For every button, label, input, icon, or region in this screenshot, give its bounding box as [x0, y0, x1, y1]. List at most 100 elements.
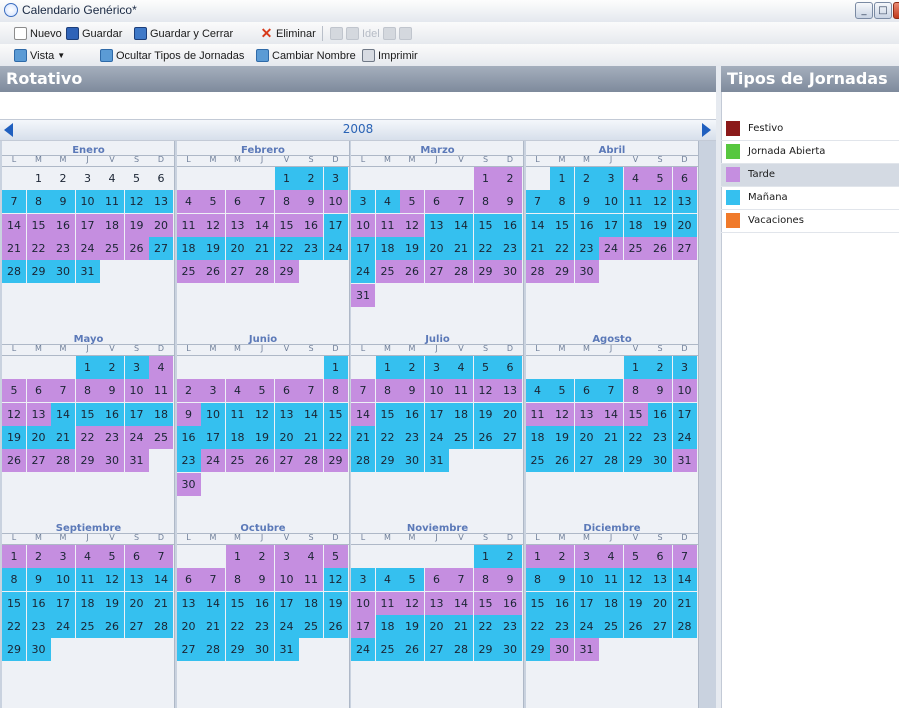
day-cell[interactable]: 25 — [375, 260, 400, 284]
day-cell[interactable]: 15 — [323, 402, 348, 426]
day-cell[interactable]: 3 — [124, 356, 149, 379]
day-cell[interactable]: 11 — [599, 568, 623, 592]
day-cell[interactable]: 2 — [299, 167, 323, 190]
day-cell[interactable]: 12 — [623, 568, 648, 592]
day-cell[interactable]: 28 — [449, 638, 473, 662]
day-cell[interactable]: 5 — [400, 568, 424, 592]
day-cell[interactable]: 23 — [400, 425, 424, 449]
day-cell[interactable]: 28 — [201, 638, 225, 662]
day-cell[interactable]: 4 — [623, 167, 648, 190]
day-cell[interactable]: 6 — [26, 379, 51, 403]
day-cell[interactable]: 26 — [124, 236, 149, 260]
legend-item-mañana[interactable]: Mañana — [721, 187, 899, 210]
day-cell[interactable]: 5 — [648, 167, 672, 190]
day-cell[interactable]: 24 — [201, 449, 225, 473]
day-cell[interactable]: 28 — [51, 449, 75, 473]
day-cell[interactable]: 5 — [473, 356, 498, 379]
day-cell[interactable]: 5 — [550, 379, 574, 403]
day-cell[interactable]: 28 — [149, 614, 173, 638]
day-cell[interactable]: 8 — [323, 379, 348, 403]
day-cell[interactable]: 12 — [400, 213, 424, 237]
day-cell[interactable]: 28 — [525, 260, 550, 284]
day-cell[interactable]: 23 — [498, 236, 522, 260]
day-cell[interactable]: 3 — [351, 568, 375, 592]
day-cell[interactable]: 14 — [201, 591, 225, 615]
day-cell[interactable]: 1 — [27, 167, 51, 190]
day-cell[interactable]: 26 — [473, 425, 498, 449]
day-cell[interactable]: 15 — [550, 213, 574, 237]
legend-item-festivo[interactable]: Festivo — [721, 118, 899, 141]
day-cell[interactable]: 27 — [648, 614, 672, 638]
day-cell[interactable]: 6 — [225, 190, 250, 214]
day-cell[interactable]: 2 — [400, 356, 424, 379]
day-cell[interactable]: 5 — [400, 190, 424, 214]
day-cell[interactable]: 8 — [525, 568, 550, 592]
day-cell[interactable]: 30 — [176, 472, 201, 496]
day-cell[interactable]: 13 — [124, 568, 149, 592]
day-cell[interactable]: 1 — [2, 545, 26, 568]
day-cell[interactable]: 19 — [250, 425, 274, 449]
day-cell[interactable]: 5 — [100, 545, 124, 568]
day-cell[interactable]: 27 — [498, 425, 522, 449]
day-cell[interactable]: 25 — [149, 425, 173, 449]
day-cell[interactable]: 26 — [648, 236, 672, 260]
day-cell[interactable]: 1 — [473, 167, 498, 190]
day-cell[interactable]: 8 — [623, 379, 648, 403]
day-cell[interactable]: 18 — [176, 236, 201, 260]
day-cell[interactable]: 24 — [599, 236, 623, 260]
day-cell[interactable]: 9 — [51, 190, 75, 214]
day-cell[interactable]: 27 — [672, 236, 697, 260]
day-cell[interactable]: 13 — [424, 591, 449, 615]
day-cell[interactable]: 6 — [274, 379, 299, 403]
day-cell[interactable]: 31 — [274, 638, 299, 662]
day-cell[interactable]: 4 — [599, 545, 623, 568]
day-cell[interactable]: 21 — [449, 236, 473, 260]
day-cell[interactable]: 4 — [100, 167, 124, 190]
day-cell[interactable]: 4 — [75, 545, 100, 568]
day-cell[interactable]: 1 — [550, 167, 574, 190]
day-cell[interactable]: 8 — [473, 190, 498, 214]
day-cell[interactable]: 16 — [51, 213, 75, 237]
day-cell[interactable]: 22 — [473, 614, 498, 638]
day-cell[interactable]: 7 — [299, 379, 323, 403]
view-dropdown[interactable]: Vista ▼ — [14, 48, 65, 63]
day-cell[interactable]: 26 — [323, 614, 348, 638]
day-cell[interactable]: 7 — [599, 379, 623, 403]
day-cell[interactable]: 21 — [250, 236, 274, 260]
day-cell[interactable]: 24 — [124, 425, 149, 449]
day-cell[interactable]: 15 — [75, 402, 100, 426]
day-cell[interactable]: 20 — [574, 425, 599, 449]
day-cell[interactable]: 29 — [525, 638, 550, 662]
day-cell[interactable]: 27 — [574, 449, 599, 473]
day-cell[interactable]: 25 — [176, 260, 201, 284]
day-cell[interactable]: 21 — [51, 425, 75, 449]
day-cell[interactable]: 20 — [274, 425, 299, 449]
day-cell[interactable]: 3 — [51, 545, 75, 568]
day-cell[interactable]: 3 — [351, 190, 375, 214]
day-cell[interactable]: 14 — [2, 213, 26, 237]
day-cell[interactable]: 18 — [100, 213, 124, 237]
day-cell[interactable]: 17 — [274, 591, 299, 615]
day-cell[interactable]: 28 — [449, 260, 473, 284]
day-cell[interactable]: 29 — [473, 260, 498, 284]
day-cell[interactable]: 2 — [26, 545, 51, 568]
day-cell[interactable]: 25 — [375, 638, 400, 662]
day-cell[interactable]: 20 — [225, 236, 250, 260]
day-cell[interactable]: 10 — [51, 568, 75, 592]
day-cell[interactable]: 2 — [550, 545, 574, 568]
day-cell[interactable]: 11 — [225, 402, 250, 426]
day-cell[interactable]: 12 — [400, 591, 424, 615]
day-cell[interactable]: 13 — [672, 190, 697, 214]
day-cell[interactable]: 8 — [375, 379, 400, 403]
day-cell[interactable]: 23 — [250, 614, 274, 638]
day-cell[interactable]: 13 — [149, 190, 173, 214]
day-cell[interactable]: 16 — [550, 591, 574, 615]
day-cell[interactable]: 11 — [75, 568, 100, 592]
day-cell[interactable]: 31 — [75, 260, 100, 284]
day-cell[interactable]: 27 — [424, 260, 449, 284]
day-cell[interactable]: 21 — [201, 614, 225, 638]
day-cell[interactable]: 25 — [623, 236, 648, 260]
day-cell[interactable]: 17 — [351, 236, 375, 260]
day-cell[interactable]: 6 — [424, 568, 449, 592]
day-cell[interactable]: 17 — [599, 213, 623, 237]
